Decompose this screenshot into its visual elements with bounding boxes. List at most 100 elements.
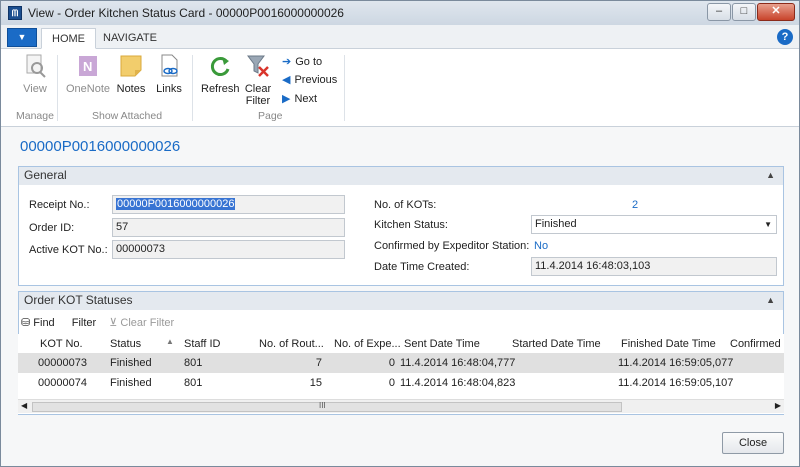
view-icon (22, 53, 48, 79)
close-window-button[interactable]: ✕ (757, 3, 795, 21)
close-button[interactable]: Close (722, 432, 784, 454)
scroll-right-icon[interactable]: ▶ (775, 401, 781, 410)
title-bar: ᗰ View - Order Kitchen Status Card - 000… (1, 1, 799, 25)
col-finished-datetime[interactable]: Finished Date Time (621, 338, 716, 350)
refresh-icon (207, 53, 233, 79)
goto-button[interactable]: ➔ Go to (282, 55, 322, 68)
table-row[interactable]: 00000074 Finished 801 15 0 11.4.2014 16:… (18, 373, 784, 393)
onenote-label: OneNote (65, 83, 111, 95)
cell-status: Finished (110, 357, 152, 369)
general-header-label: General (24, 168, 67, 182)
cell-no-of-expeditor: 0 (388, 377, 395, 389)
clear-filter-list-label: Clear Filter (120, 317, 175, 329)
order-id-field[interactable]: 57 (112, 218, 345, 237)
collapse-caret-icon[interactable]: ▲ (766, 167, 775, 184)
col-staff-id[interactable]: Staff ID (184, 338, 220, 350)
created-field[interactable]: 11.4.2014 16:48:03,103 (531, 257, 777, 276)
view-button[interactable]: View (19, 53, 51, 95)
group-page-label: Page (258, 110, 283, 122)
horizontal-scrollbar[interactable]: ◀ III ▶ (18, 399, 784, 413)
notes-button[interactable]: Notes (114, 53, 148, 95)
cell-kot-no: 00000074 (38, 377, 87, 389)
cell-finished-datetime: 11.4.2014 16:59:05,077 (618, 357, 734, 369)
clear-filter-icon (245, 53, 271, 79)
ribbon-tabs: ▼ HOME NAVIGATE ? (1, 25, 799, 49)
confirmed-label: Confirmed by Expeditor Station: (374, 240, 530, 252)
nav-logo-icon: ᗰ (8, 6, 22, 20)
find-label: Find (33, 317, 55, 329)
cell-sent-datetime: 11.4.2014 16:48:04,777 (400, 357, 516, 369)
help-icon[interactable]: ? (777, 29, 793, 45)
onenote-button[interactable]: N OneNote (65, 53, 111, 95)
collapse-caret-icon[interactable]: ▲ (766, 292, 775, 309)
col-sent-datetime[interactable]: Sent Date Time (404, 338, 480, 350)
window: ᗰ View - Order Kitchen Status Card - 000… (0, 0, 800, 467)
receipt-no-field[interactable]: 00000P0016000000026 (112, 195, 345, 214)
list-toolbar: ⛁ Find Filter ⊻ Clear Filter (21, 316, 174, 332)
order-id-label: Order ID: (29, 222, 75, 234)
col-no-of-expeditor[interactable]: No. of Expe... (334, 338, 400, 350)
clear-filter-small-icon: ⊻ (109, 317, 118, 329)
find-button[interactable]: ⛁ Find (21, 317, 55, 329)
next-label: Next (294, 93, 318, 105)
refresh-button[interactable]: Refresh (201, 53, 240, 95)
cell-staff-id: 801 (184, 357, 203, 369)
kot-header-label: Order KOT Statuses (24, 293, 133, 307)
col-started-datetime[interactable]: Started Date Time (512, 338, 601, 350)
arrow-right-icon: ➔ (282, 56, 292, 68)
cell-sent-datetime: 11.4.2014 16:48:04,823 (400, 377, 516, 389)
clear-filter-list-button[interactable]: ⊻ Clear Filter (109, 317, 174, 329)
kitchen-status-label: Kitchen Status: (374, 219, 448, 231)
maximize-button[interactable]: □ (732, 3, 756, 21)
tab-navigate[interactable]: NAVIGATE (93, 28, 167, 49)
col-confirmed-datetime[interactable]: Confirmed D (730, 338, 784, 350)
previous-button[interactable]: ◀ Previous (282, 73, 337, 86)
scroll-grip: III (319, 401, 326, 410)
refresh-label: Refresh (201, 83, 240, 95)
dropdown-arrow-icon: ▼ (764, 220, 772, 229)
cell-kot-no: 00000073 (38, 357, 87, 369)
app-menu-button[interactable]: ▼ (7, 28, 37, 47)
clear-filter-button[interactable]: Clear Filter (242, 53, 274, 107)
scroll-thumb[interactable]: III (32, 401, 622, 412)
table-row[interactable]: 00000073 Finished 801 7 0 11.4.2014 16:4… (18, 353, 784, 373)
links-button[interactable]: Links (153, 53, 185, 95)
col-status[interactable]: Status (110, 338, 141, 350)
cell-finished-datetime: 11.4.2014 16:59:05,107 (618, 377, 734, 389)
kot-header[interactable]: Order KOT Statuses ▲ (19, 292, 783, 310)
svg-text:N: N (83, 59, 92, 74)
view-label: View (23, 83, 47, 95)
page-title: 00000P0016000000026 (20, 138, 181, 155)
active-kot-field[interactable]: 00000073 (112, 240, 345, 259)
binoculars-icon: ⛁ (21, 317, 31, 329)
tab-home[interactable]: HOME (41, 28, 96, 49)
no-of-kots-value[interactable]: 2 (632, 199, 638, 211)
kitchen-status-value: Finished (535, 218, 577, 230)
col-kot-no[interactable]: KOT No. (40, 338, 83, 350)
general-header[interactable]: General ▲ (19, 167, 783, 185)
clear-filter-label-2: Filter (245, 95, 271, 107)
notes-icon (118, 53, 144, 79)
triangle-right-icon: ▶ (282, 93, 291, 105)
group-show-attached-label: Show Attached (92, 110, 163, 122)
next-button[interactable]: ▶ Next (282, 92, 317, 105)
triangle-left-icon: ◀ (282, 74, 291, 86)
links-icon (156, 53, 182, 79)
active-kot-label: Active KOT No.: (29, 244, 108, 256)
created-label: Date Time Created: (374, 261, 470, 273)
cell-status: Finished (110, 377, 152, 389)
confirmed-value[interactable]: No (534, 240, 548, 252)
filter-button[interactable]: Filter (72, 317, 96, 329)
group-manage-label: Manage (16, 110, 54, 122)
minimize-button[interactable]: – (707, 3, 731, 21)
receipt-no-label: Receipt No.: (29, 199, 90, 211)
kitchen-status-dropdown[interactable]: Finished ▼ (531, 215, 777, 234)
col-no-of-routing[interactable]: No. of Rout... (259, 338, 325, 350)
cell-no-of-routing: 15 (309, 377, 322, 389)
ribbon: View N OneNote Notes Links Refresh Clear… (1, 49, 799, 127)
window-title: View - Order Kitchen Status Card - 00000… (28, 6, 344, 20)
divider (344, 55, 345, 121)
cell-no-of-routing: 7 (315, 357, 322, 369)
scroll-left-icon[interactable]: ◀ (21, 401, 27, 410)
grid-header: KOT No. Status ▲ Staff ID No. of Rout...… (18, 334, 784, 354)
